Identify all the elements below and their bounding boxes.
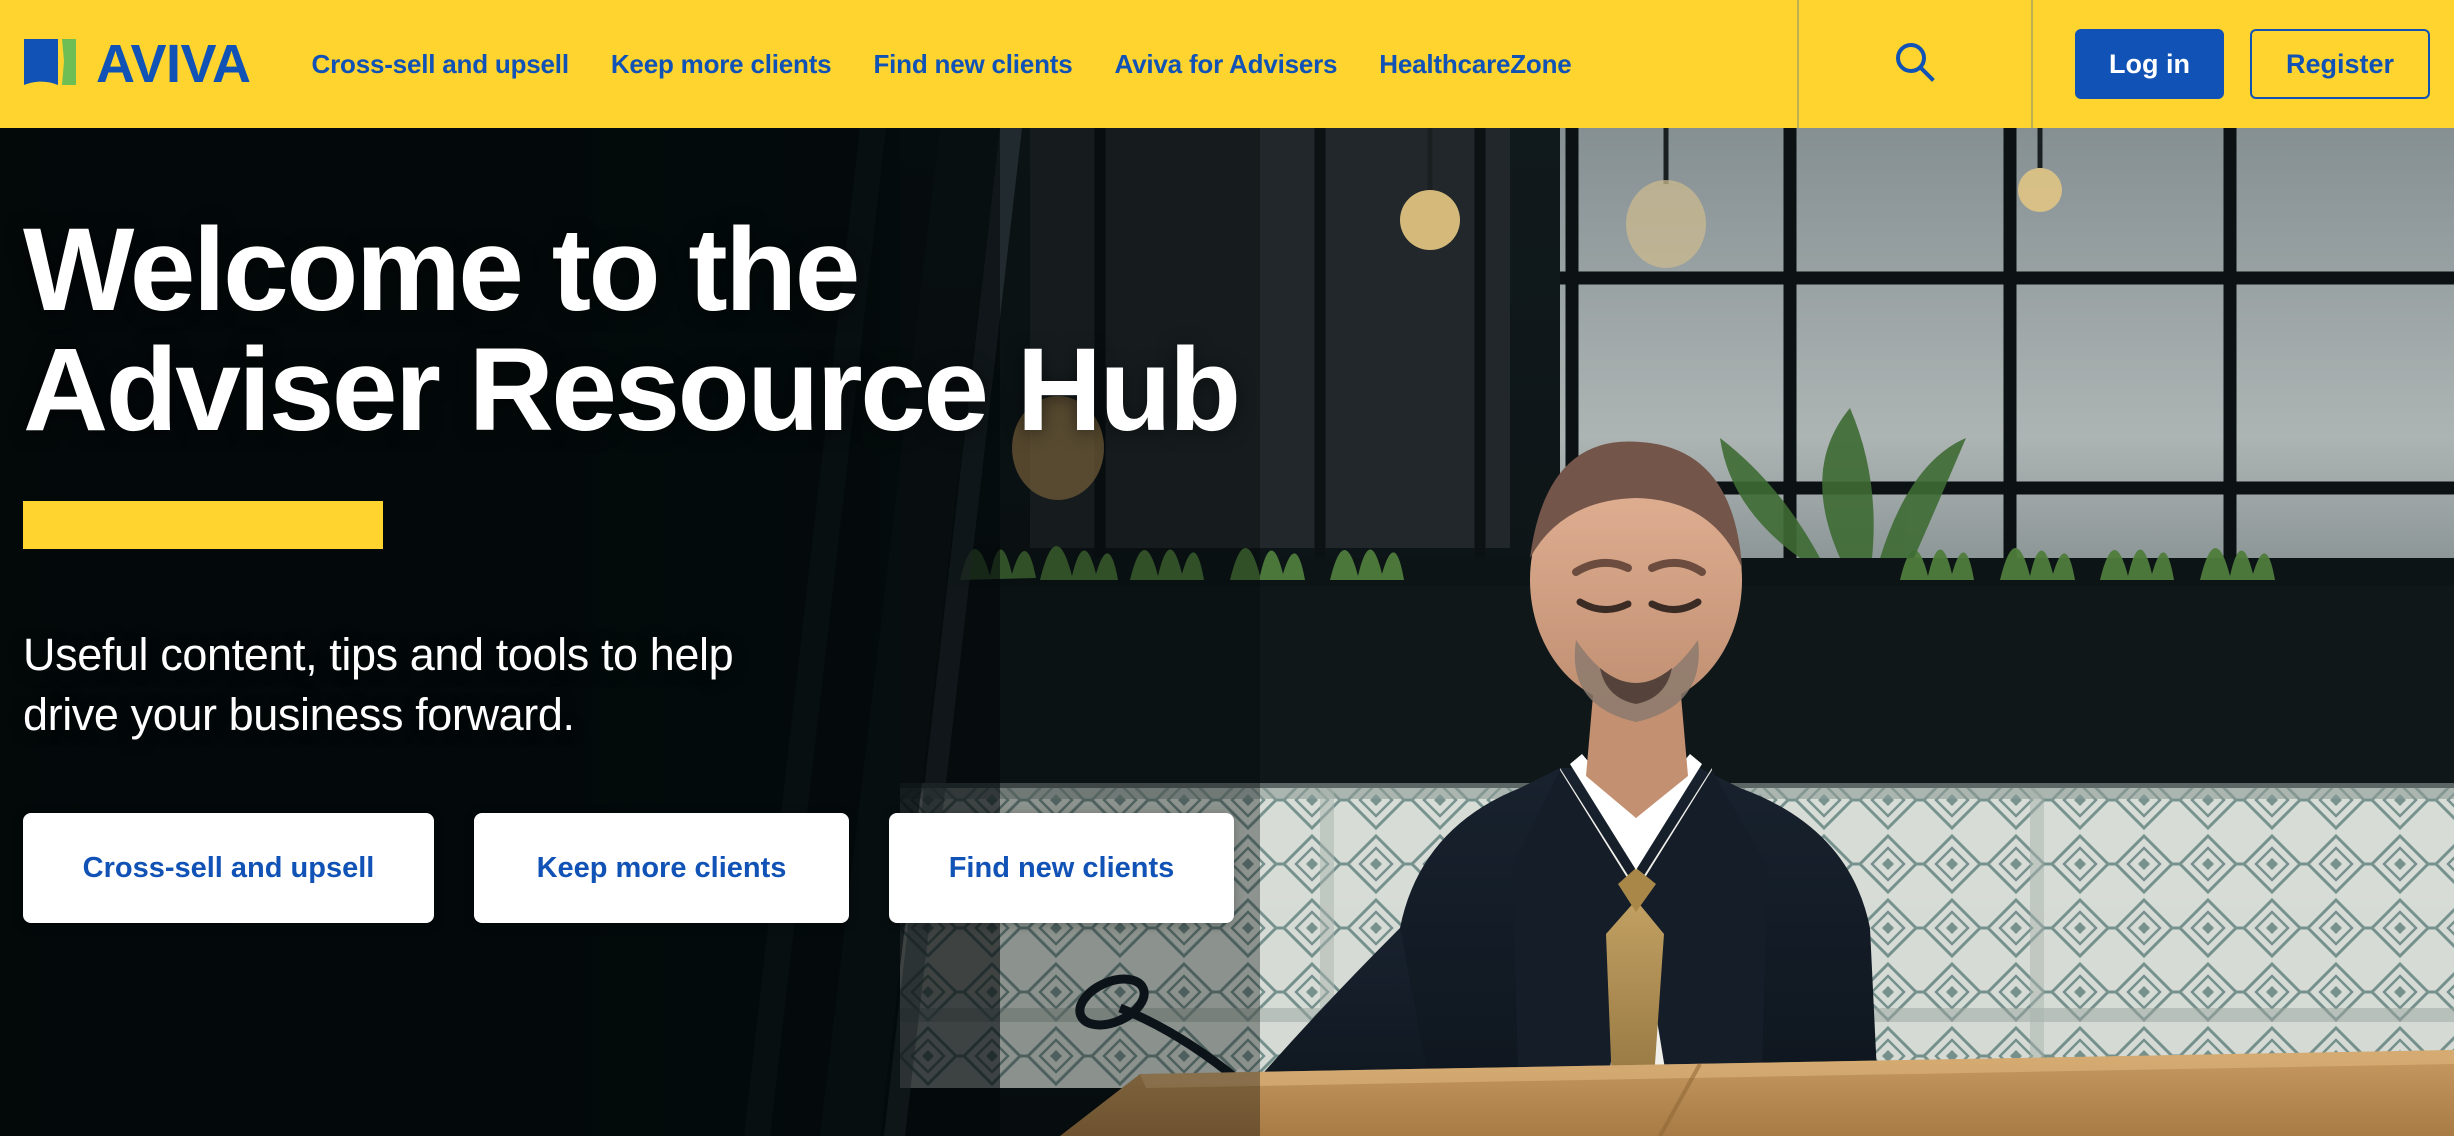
- aviva-logo[interactable]: AVIVA: [22, 29, 251, 99]
- register-button[interactable]: Register: [2249, 29, 2430, 99]
- site-header: AVIVA Cross-sell and upsell Keep more cl…: [0, 0, 2454, 128]
- hero-banner: Welcome to the Adviser Resource Hub Usef…: [0, 128, 2454, 1136]
- nav-item-healthcarezone[interactable]: HealthcareZone: [1358, 49, 1592, 80]
- hero-subtitle: Useful content, tips and tools to help d…: [23, 628, 734, 741]
- hero-accent-bar: [23, 500, 383, 549]
- hero-card-keep-more-clients[interactable]: Keep more clients: [474, 813, 849, 924]
- search-button[interactable]: [1799, 0, 2031, 128]
- aviva-flag-mark-icon: [22, 35, 82, 93]
- hero-card-find-new-clients[interactable]: Find new clients: [889, 813, 1234, 924]
- login-button[interactable]: Log in: [2074, 29, 2224, 99]
- nav-item-keep-more-clients[interactable]: Keep more clients: [590, 49, 853, 80]
- header-divider-right: [2030, 0, 2033, 128]
- header-actions: Log in Register: [1796, 0, 2454, 128]
- nav-item-aviva-for-advisers[interactable]: Aviva for Advisers: [1094, 49, 1359, 80]
- nav-item-find-new-clients[interactable]: Find new clients: [852, 49, 1093, 80]
- hero-cta-group: Cross-sell and upsell Keep more clients …: [23, 813, 1300, 924]
- hero-content: Welcome to the Adviser Resource Hub Usef…: [0, 128, 1300, 1136]
- nav-item-cross-sell-and-upsell[interactable]: Cross-sell and upsell: [291, 49, 590, 80]
- aviva-wordmark: AVIVA: [96, 34, 251, 94]
- search-icon: [1892, 39, 1938, 90]
- hero-title: Welcome to the Adviser Resource Hub: [23, 204, 1241, 457]
- hero-card-cross-sell-and-upsell[interactable]: Cross-sell and upsell: [23, 813, 434, 924]
- main-navigation: Cross-sell and upsell Keep more clients …: [291, 0, 1593, 128]
